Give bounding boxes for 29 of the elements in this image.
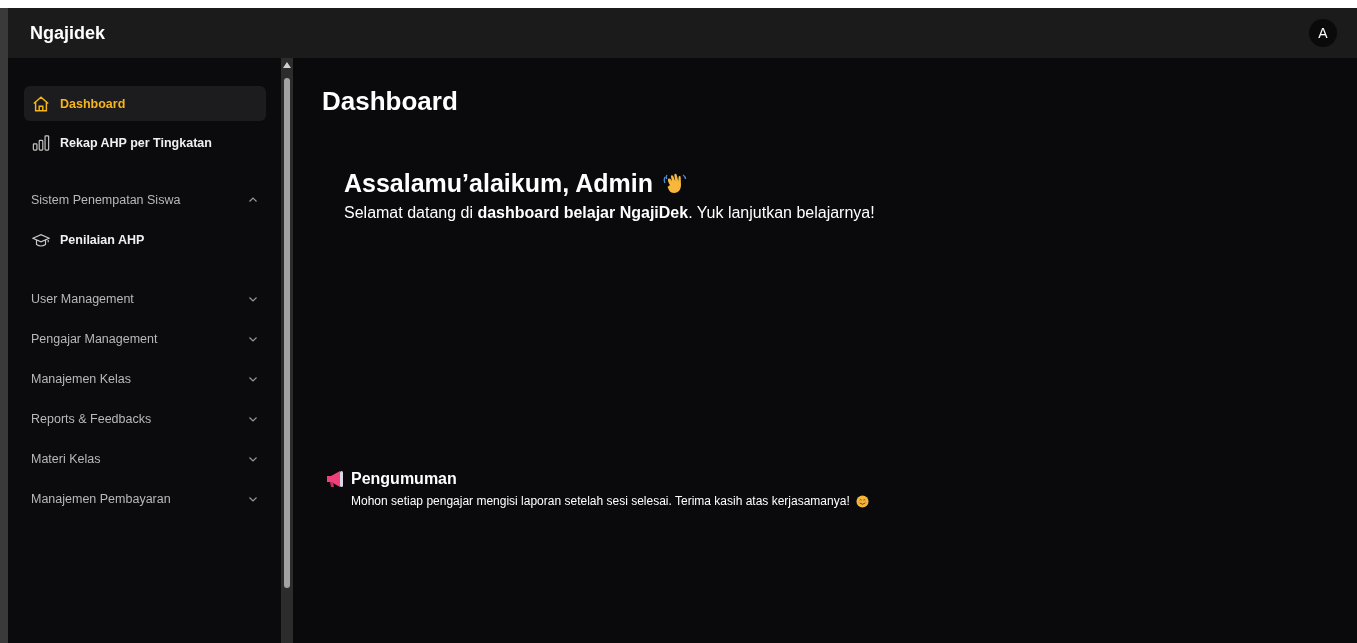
sidebar-item[interactable]: Dashboard <box>24 86 266 121</box>
megaphone-icon <box>325 470 345 488</box>
app-title: Ngajidek <box>30 22 106 44</box>
sidebar-group[interactable]: Reports & Feedbacks <box>24 409 266 429</box>
scrollbar[interactable] <box>281 58 293 643</box>
chevron-down-icon <box>248 454 258 464</box>
greeting: Assalamu’alaikum, Admin <box>344 169 653 198</box>
smiley-icon <box>855 494 869 508</box>
scroll-up-arrow-icon[interactable] <box>283 62 291 68</box>
sidebar-group[interactable]: Materi Kelas <box>24 449 266 469</box>
sidebar-group[interactable]: Pengajar Management <box>24 329 266 349</box>
sidebar-group[interactable]: Manajemen Pembayaran <box>24 489 266 509</box>
chevron-down-icon <box>248 334 258 344</box>
announcement-text: Mohon setiap pengajar mengisi laporan setelah sesi selesai. Terima kasih atas kerjasamanya! <box>351 494 850 508</box>
sidebar-group[interactable]: Sistem Penempatan Siswa <box>24 190 266 210</box>
chevron-down-icon <box>248 414 258 424</box>
chevron-down-icon <box>248 374 258 384</box>
sidebar-group[interactable]: Manajemen Kelas <box>24 369 266 389</box>
announcement-title: Pengumuman <box>351 470 457 488</box>
welcome-text: Selamat datang di dashboard belajar NgajiDek. Yuk lanjutkan belajarnya! <box>344 204 876 222</box>
sidebar-item[interactable]: Rekap AHP per Tingkatan <box>24 125 266 160</box>
home-icon <box>32 94 50 113</box>
chevron-down-icon <box>248 494 258 504</box>
bar-chart-icon <box>32 133 50 152</box>
user-avatar[interactable]: A <box>1309 19 1337 47</box>
chevron-down-icon <box>248 294 258 304</box>
sidebar-group[interactable]: User Management <box>24 289 266 309</box>
sidebar-item[interactable]: Penilaian AHP <box>24 222 266 257</box>
page-title: Dashboard <box>322 86 459 117</box>
